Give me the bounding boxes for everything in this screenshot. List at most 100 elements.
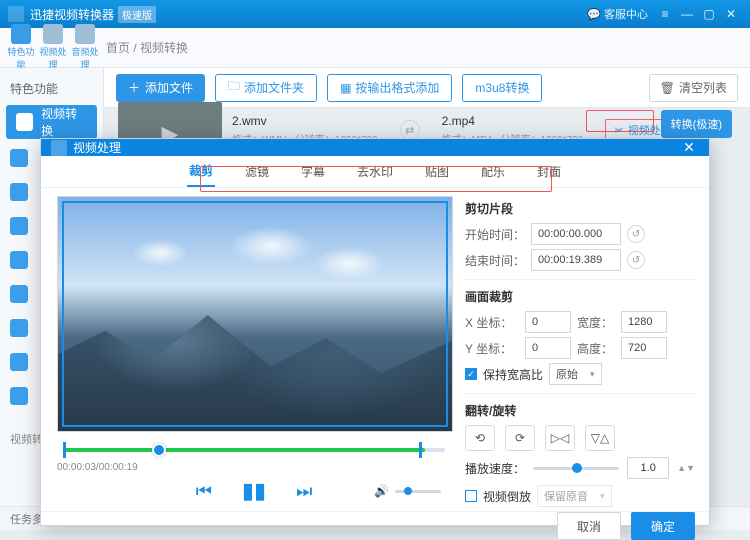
prev-icon[interactable]: ⏮ — [196, 481, 212, 502]
volume-knob[interactable] — [404, 487, 412, 495]
trim-end-handle[interactable] — [419, 442, 422, 458]
section-rotate: 翻转/旋转 — [465, 402, 695, 419]
video-process-dialog: 视频处理 ✕ 裁剪 滤镜 字幕 去水印 贴图 配乐 封面 — [40, 138, 710, 526]
flip-h-button[interactable]: ▷◁ — [545, 425, 575, 451]
section-crop: 画面裁剪 — [465, 288, 695, 305]
keep-ratio-checkbox[interactable]: ✓ — [465, 368, 477, 380]
speed-knob[interactable] — [572, 463, 582, 473]
close-icon[interactable]: ✕ — [720, 7, 742, 21]
ratio-select[interactable]: 原始 — [549, 363, 602, 385]
crop-handle-bl[interactable] — [62, 415, 74, 427]
preview-canvas[interactable] — [57, 196, 453, 432]
dialog-titlebar: 视频处理 ✕ — [41, 139, 709, 156]
cancel-button[interactable]: 取消 — [557, 512, 621, 540]
menu-icon[interactable]: ≡ — [654, 7, 676, 21]
reverse-checkbox[interactable] — [465, 490, 477, 502]
chevron-up-down-icon[interactable]: ▲▼ — [677, 463, 695, 473]
flip-v-button[interactable]: ▽△ — [585, 425, 615, 451]
add-by-format-button[interactable]: ▦按输出格式添加 — [327, 74, 452, 102]
dest-name: 2.mp4 — [442, 114, 584, 128]
next-icon[interactable]: ⏭ — [296, 481, 312, 502]
pause-icon[interactable]: ▮▮ — [242, 478, 266, 504]
reset-end-icon[interactable]: ↺ — [627, 251, 645, 269]
help-center-link[interactable]: 💬 客服中心 — [587, 6, 648, 22]
add-folder-button[interactable]: 🗀添加文件夹 — [215, 74, 317, 102]
controls-pane: 剪切片段 开始时间： ↺ 结束时间： ↺ 画面裁剪 X 坐标： 宽度： Y 坐标… — [461, 188, 709, 511]
clear-list-button[interactable]: 🗑清空列表 — [649, 74, 738, 102]
source-name: 2.wmv — [232, 114, 378, 128]
trash-icon: 🗑 — [660, 81, 675, 95]
crop-x-input[interactable] — [525, 311, 571, 333]
arrow-icon: ⇄ — [400, 120, 420, 140]
app-logo-icon — [8, 6, 24, 22]
speed-slider[interactable] — [533, 467, 619, 470]
start-time-input[interactable] — [531, 223, 621, 245]
sidebar-item-label: 视频转换 — [41, 105, 87, 139]
volume-icon[interactable]: 🔊 — [374, 484, 389, 498]
minimize-icon[interactable]: — — [676, 7, 698, 21]
player-controls: ⏮ ▮▮ ⏭ 🔊 — [57, 479, 451, 503]
timecode: 00:00:03/00:00:19 — [57, 462, 451, 473]
tab-cover[interactable]: 封面 — [535, 157, 563, 186]
chat-icon: 💬 — [587, 8, 601, 21]
crop-handle-tl[interactable] — [62, 201, 74, 213]
nav-video[interactable]: 视频处理 — [38, 24, 68, 71]
tab-music[interactable]: 配乐 — [479, 157, 507, 186]
crop-handle-br[interactable] — [436, 415, 448, 427]
dialog-title: 视频处理 — [73, 139, 121, 156]
m3u8-button[interactable]: m3u8转换 — [462, 74, 542, 102]
trim-start-handle[interactable] — [63, 442, 66, 458]
keep-ratio-label: 保持宽高比 — [483, 366, 543, 383]
tab-watermark[interactable]: 去水印 — [355, 157, 395, 186]
nav-row: 特色功能 视频处理 音频处理 首页 / 视频转换 — [0, 28, 750, 68]
dialog-close-icon[interactable]: ✕ — [679, 139, 699, 156]
rotate-cw-button[interactable]: ⟳ — [505, 425, 535, 451]
crop-w-label: 宽度： — [577, 314, 615, 331]
maximize-icon[interactable]: ▢ — [698, 7, 720, 21]
crop-w-input[interactable] — [621, 311, 667, 333]
tab-crop[interactable]: 裁剪 — [187, 156, 215, 187]
tool-icon — [10, 183, 28, 201]
crop-handle-tr[interactable] — [436, 201, 448, 213]
ok-button[interactable]: 确定 — [631, 512, 695, 540]
tab-subtitle[interactable]: 字幕 — [299, 157, 327, 186]
audio-icon — [75, 24, 95, 44]
plus-icon: ＋ — [128, 79, 140, 96]
rotate-ccw-button[interactable]: ⟲ — [465, 425, 495, 451]
crop-frame[interactable] — [62, 201, 448, 427]
end-time-input[interactable] — [531, 249, 621, 271]
speed-value[interactable]: 1.0 — [627, 457, 669, 479]
crop-h-input[interactable] — [621, 337, 667, 359]
add-file-button[interactable]: ＋添加文件 — [116, 74, 205, 102]
reverse-audio-select[interactable]: 保留原音 — [537, 485, 612, 507]
section-trim: 剪切片段 — [465, 200, 695, 217]
scissors-icon: ✂ — [614, 124, 623, 137]
volume-slider[interactable] — [395, 490, 441, 493]
tool-icon — [10, 251, 28, 269]
playhead[interactable] — [152, 443, 166, 457]
app-titlebar: 迅捷视频转换器 极速版 💬 客服中心 ≡ — ▢ ✕ — [0, 0, 750, 28]
breadcrumb: 首页 / 视频转换 — [106, 39, 188, 56]
edition-badge: 极速版 — [118, 6, 156, 23]
tool-icon — [10, 285, 28, 303]
convert-icon — [16, 113, 33, 131]
sidebar-heading: 特色功能 — [0, 74, 103, 103]
star-icon — [11, 24, 31, 44]
dialog-tabbar: 裁剪 滤镜 字幕 去水印 贴图 配乐 封面 — [41, 156, 709, 188]
sidebar-item-video-convert[interactable]: 视频转换 — [6, 105, 97, 139]
crop-h-label: 高度： — [577, 340, 615, 357]
crop-y-input[interactable] — [525, 337, 571, 359]
convert-button[interactable]: 转换(极速) — [661, 110, 732, 138]
reset-start-icon[interactable]: ↺ — [627, 225, 645, 243]
tool-icon — [10, 319, 28, 337]
timeline[interactable] — [57, 442, 451, 458]
grid-icon: ▦ — [340, 81, 351, 95]
reverse-label: 视频倒放 — [483, 488, 531, 505]
tab-sticker[interactable]: 贴图 — [423, 157, 451, 186]
nav-audio[interactable]: 音频处理 — [70, 24, 100, 71]
crop-x-label: X 坐标： — [465, 314, 519, 331]
tool-icon — [10, 217, 28, 235]
tab-filter[interactable]: 滤镜 — [243, 157, 271, 186]
nav-featured[interactable]: 特色功能 — [6, 24, 36, 71]
preview-pane: 00:00:03/00:00:19 ⏮ ▮▮ ⏭ 🔊 — [41, 188, 461, 511]
